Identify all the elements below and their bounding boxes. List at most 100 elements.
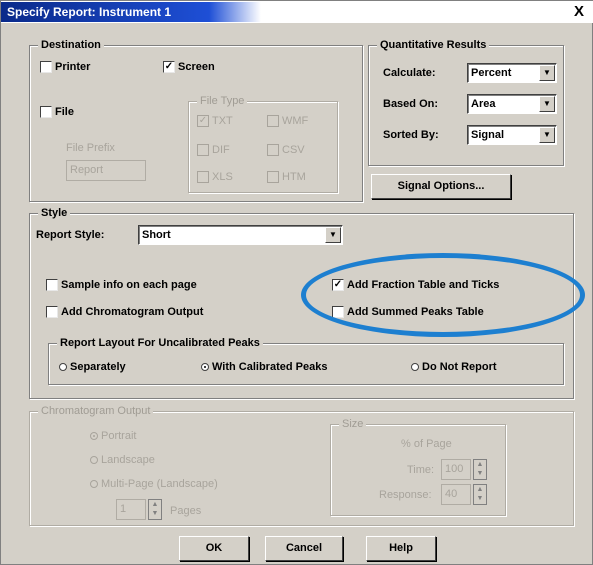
sample-info-checkbox[interactable]: Sample info on each page [46,278,197,292]
printer-checkbox[interactable]: Printer [40,60,90,74]
pages-spinner[interactable]: ▲ ▼ [148,499,162,520]
quantitative-legend: Quantitative Results [377,38,490,52]
file-type-csv[interactable]: CSV [267,143,305,157]
arrow-up-icon: ▲ [476,461,484,468]
file-type-legend: File Type [197,94,248,108]
add-fraction-label: Add Fraction Table and Ticks [347,279,500,291]
radio-dot [90,456,98,464]
pages-input[interactable]: 1 [116,499,146,520]
pages-label: Pages [170,505,202,517]
checkbox-box [40,61,52,73]
close-icon[interactable]: X [570,3,588,21]
chromatogram-output-group: Chromatogram Output Portrait Landscape M… [29,404,574,526]
add-fraction-table-checkbox[interactable]: ✓ Add Fraction Table and Ticks [332,278,499,292]
quantitative-results-group: Quantitative Results Calculate: Percent ▼… [368,38,564,166]
checkbox-box [197,171,209,183]
file-type-label: TXT [212,115,233,127]
arrow-up-icon: ▲ [151,501,159,508]
separately-label: Separately [70,361,126,373]
destination-group: Destination Printer ✓ Screen File File Pr… [29,38,363,202]
sorted-by-dropdown[interactable]: Signal ▼ [467,125,557,145]
checkbox-box [267,115,279,127]
portrait-label: Portrait [101,430,137,442]
add-summed-peaks-checkbox[interactable]: Add Summed Peaks Table [332,305,484,319]
calculate-dropdown[interactable]: Percent ▼ [467,63,557,83]
file-type-label: CSV [282,144,305,156]
size-group: Size % of Page Time: 100 ▲ ▼ Response: 40… [330,417,506,516]
report-style-dropdown[interactable]: Short ▼ [138,225,343,245]
add-chromatogram-checkbox[interactable]: Add Chromatogram Output [46,305,203,319]
calculate-label: Calculate: [383,67,436,79]
report-style-value: Short [142,229,171,241]
size-legend: Size [339,417,367,431]
chromatogram-legend: Chromatogram Output [38,404,154,418]
time-spinner[interactable]: ▲ ▼ [473,459,487,480]
based-on-label: Based On: [383,98,439,110]
screen-checkbox[interactable]: ✓ Screen [163,60,215,74]
file-checkbox[interactable]: File [40,105,74,119]
report-layout-legend: Report Layout For Uncalibrated Peaks [57,336,263,350]
checkbox-box [197,144,209,156]
chevron-down-icon: ▼ [325,227,341,243]
response-label: Response: [379,489,432,501]
multi-page-label: Multi-Page (Landscape) [101,478,218,490]
percent-of-page-label: % of Page [401,438,452,450]
cancel-button[interactable]: Cancel [265,536,343,561]
file-type-label: WMF [282,115,309,127]
file-label: File [55,106,74,118]
time-input[interactable]: 100 [441,459,471,480]
checkbox-box [267,171,279,183]
file-prefix-input[interactable]: Report [66,160,146,181]
do-not-report-radio[interactable]: Do Not Report [411,360,497,374]
chevron-down-icon: ▼ [539,96,555,112]
checkbox-box [267,144,279,156]
with-calibrated-peaks-label: With Calibrated Peaks [212,361,328,373]
checkbox-box [46,306,58,318]
arrow-down-icon: ▼ [476,495,484,502]
radio-dot [201,363,209,371]
radio-dot [411,363,419,371]
response-input[interactable]: 40 [441,484,471,505]
checkmark-icon: ✓ [332,279,344,291]
help-button[interactable]: Help [366,536,436,561]
file-type-txt[interactable]: ✓ TXT [197,114,233,128]
file-type-xls[interactable]: XLS [197,170,233,184]
screen-label: Screen [178,61,215,73]
file-type-wmf[interactable]: WMF [267,114,308,128]
landscape-radio[interactable]: Landscape [90,453,155,467]
destination-legend: Destination [38,38,104,52]
ok-button[interactable]: OK [179,536,249,561]
add-summed-label: Add Summed Peaks Table [347,306,484,318]
multi-page-radio[interactable]: Multi-Page (Landscape) [90,477,218,491]
arrow-up-icon: ▲ [476,486,484,493]
file-type-htm[interactable]: HTM [267,170,306,184]
printer-label: Printer [55,61,91,73]
calculate-value: Percent [471,67,512,79]
style-group: Style Report Style: Short ▼ Sample info o… [29,206,574,399]
radio-dot [90,480,98,488]
signal-options-button[interactable]: Signal Options... [371,174,511,199]
chevron-down-icon: ▼ [539,65,555,81]
separately-radio[interactable]: Separately [59,360,126,374]
sample-info-label: Sample info on each page [61,279,197,291]
file-type-dif[interactable]: DIF [197,143,230,157]
file-prefix-label: File Prefix [66,142,115,154]
window-title: Specify Report: Instrument 1 [1,2,261,22]
report-layout-group: Report Layout For Uncalibrated Peaks Sep… [48,336,564,385]
file-type-label: HTM [282,171,306,183]
based-on-value: Area [471,98,496,110]
checkbox-box [332,306,344,318]
file-type-group: File Type ✓ TXT WMF DIF CSV XLS HTM [188,94,338,193]
report-style-label: Report Style: [36,229,105,241]
radio-dot [59,363,67,371]
based-on-dropdown[interactable]: Area ▼ [467,94,557,114]
arrow-down-icon: ▼ [476,470,484,477]
chevron-down-icon: ▼ [539,127,555,143]
portrait-radio[interactable]: Portrait [90,429,136,443]
checkbox-box [40,106,52,118]
response-spinner[interactable]: ▲ ▼ [473,484,487,505]
checkmark-icon: ✓ [163,61,175,73]
with-calibrated-peaks-radio[interactable]: With Calibrated Peaks [201,360,327,374]
landscape-label: Landscape [101,454,155,466]
file-type-label: DIF [212,144,230,156]
